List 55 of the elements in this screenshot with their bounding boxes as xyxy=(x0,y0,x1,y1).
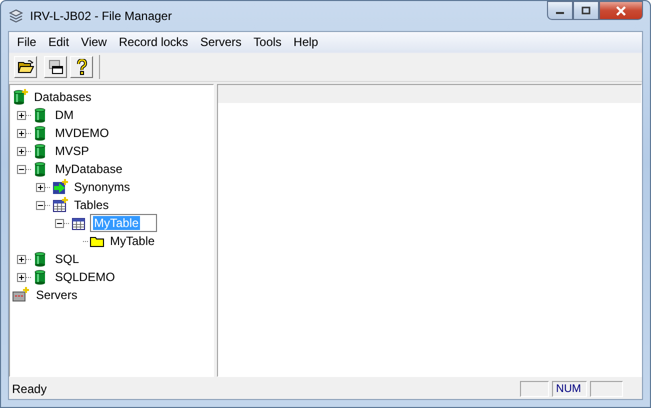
tree-item[interactable]: MyTable xyxy=(107,233,158,249)
window-icon xyxy=(48,59,64,75)
status-indicator: NUM xyxy=(552,381,587,397)
maximize-icon xyxy=(581,6,591,15)
menu-item[interactable]: Servers xyxy=(194,35,248,49)
menu-item[interactable]: File xyxy=(11,35,42,49)
table-icon xyxy=(52,197,68,213)
database-icon xyxy=(12,89,28,105)
tree-item[interactable]: SQLDEMO xyxy=(52,269,118,285)
menu-item[interactable]: View xyxy=(75,35,113,49)
tree-item[interactable]: Tables xyxy=(71,197,112,213)
open-folder-icon xyxy=(18,60,34,74)
plus-icon xyxy=(18,274,25,280)
expand-toggle[interactable] xyxy=(17,128,26,138)
status-text: Ready xyxy=(11,382,48,396)
expand-toggle[interactable] xyxy=(17,110,26,120)
status-panel xyxy=(520,381,549,397)
plus-icon xyxy=(37,184,44,190)
close-icon xyxy=(615,6,627,16)
window-button[interactable] xyxy=(44,56,67,78)
minimize-button[interactable] xyxy=(547,1,573,20)
expand-toggle[interactable] xyxy=(17,272,26,282)
tree-item[interactable]: MyDatabase xyxy=(52,161,126,177)
expand-toggle[interactable] xyxy=(17,146,26,156)
plus-icon xyxy=(18,256,25,262)
plus-icon xyxy=(18,148,25,154)
expand-toggle[interactable] xyxy=(36,182,45,192)
plus-icon xyxy=(18,112,25,118)
window-title: IRV-L-JB02 - File Manager xyxy=(30,9,172,23)
app-icon xyxy=(8,8,24,24)
close-button[interactable] xyxy=(599,1,643,20)
status-panel xyxy=(590,381,623,397)
server-icon xyxy=(12,287,30,303)
tree-item[interactable]: MVSP xyxy=(52,143,92,159)
folder-icon xyxy=(90,235,104,247)
table-icon xyxy=(71,215,87,231)
maximize-button[interactable] xyxy=(573,1,599,20)
help-icon xyxy=(76,59,86,75)
tree-item[interactable]: DM xyxy=(52,107,77,123)
tree-item[interactable]: Databases xyxy=(31,89,94,105)
tree-item[interactable]: Servers xyxy=(33,287,80,303)
menu-item[interactable]: Edit xyxy=(42,35,76,49)
tree-item[interactable]: SQL xyxy=(52,251,82,267)
expand-toggle[interactable] xyxy=(17,254,26,264)
collapse-toggle[interactable] xyxy=(36,200,45,210)
menu-item[interactable]: Tools xyxy=(248,35,288,49)
menu-item[interactable]: Help xyxy=(288,35,324,49)
plus-icon xyxy=(18,130,25,136)
menu-item[interactable]: Record locks xyxy=(112,35,194,49)
collapse-toggle[interactable] xyxy=(17,164,26,174)
help-button[interactable] xyxy=(70,56,93,78)
tree-item[interactable]: MVDEMO xyxy=(52,125,112,141)
tree-item[interactable]: Synonyms xyxy=(71,179,134,195)
open-button[interactable] xyxy=(14,56,37,78)
collapse-toggle[interactable] xyxy=(55,218,64,228)
